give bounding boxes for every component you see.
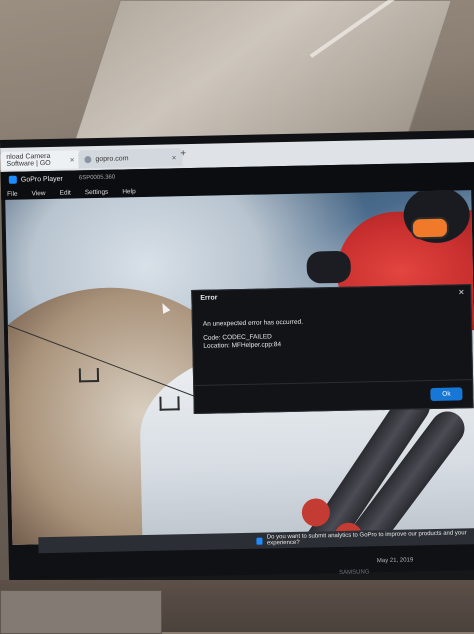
tab-gopro-com[interactable]: gopro.com ×: [78, 148, 183, 169]
menu-file[interactable]: File: [7, 190, 18, 197]
gopro-logo-icon: [8, 175, 17, 184]
ceiling-light-panel: [73, 0, 453, 142]
skier-goggles: [410, 216, 450, 240]
chairlift-seat: [159, 396, 180, 411]
monitor-brand-logo: SAMSUNG: [339, 569, 370, 576]
tab-close-icon[interactable]: ×: [70, 155, 75, 164]
menu-settings[interactable]: Settings: [85, 188, 109, 195]
app-title: GoPro Player: [20, 175, 63, 184]
dialog-title: Error: [200, 294, 218, 302]
tab-title: gopro.com: [95, 154, 129, 163]
skier-glove: [306, 250, 352, 284]
error-location: Location: MFHelper.cpp:84: [203, 341, 282, 350]
globe-icon: [84, 155, 92, 163]
menu-edit[interactable]: Edit: [60, 189, 71, 196]
menu-help[interactable]: Help: [122, 188, 136, 195]
dialog-divider: [194, 379, 473, 386]
error-message: An unexpected error has occurred.: [202, 318, 304, 328]
monitor-screen: nload Camera Software | GO × gopro.com ×…: [0, 130, 474, 592]
ok-button[interactable]: Ok: [430, 387, 463, 402]
error-details: Code: CODEC_FAILED Location: MFHelper.cp…: [203, 333, 281, 351]
new-tab-button[interactable]: +: [180, 148, 186, 159]
tab-title: nload Camera Software | GO: [6, 152, 51, 168]
close-icon[interactable]: ×: [458, 287, 464, 298]
taskbar-date: May 21, 2019: [376, 557, 414, 565]
app-version: 6SP0005.360: [78, 174, 116, 182]
tab-gopro-download[interactable]: nload Camera Software | GO ×: [0, 150, 81, 170]
error-dialog: Error × An unexpected error has occurred…: [191, 284, 474, 415]
checkbox-icon[interactable]: [256, 537, 263, 545]
menu-view[interactable]: View: [32, 190, 46, 197]
tab-close-icon[interactable]: ×: [172, 153, 177, 162]
desk-object: [0, 590, 162, 634]
chairlift-seat: [78, 367, 100, 383]
